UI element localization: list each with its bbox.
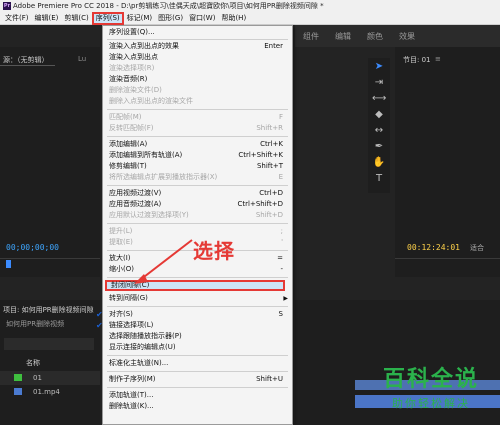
menu-separator: [107, 223, 288, 224]
menu-separator: [107, 355, 288, 356]
submenu-arrow-icon: ▶: [283, 295, 288, 302]
menu-item-snap[interactable]: ✔ 对齐(S) S: [96, 309, 292, 320]
project-panel-title[interactable]: 项目: 如何用PR删除视频间隙: [3, 305, 94, 315]
hand-tool-icon[interactable]: ✋: [372, 156, 386, 170]
tab-underline: [0, 65, 55, 66]
menu-file[interactable]: 文件(F): [2, 12, 32, 24]
menu-item-render-selection[interactable]: 渲染选择项(R): [103, 63, 292, 74]
menu-separator: [107, 387, 288, 388]
menu-lines-icon[interactable]: ≡: [435, 55, 441, 63]
menu-item-delete-render-files[interactable]: 删除渲染文件(D): [103, 85, 292, 96]
menu-item-add-edit-all-tracks[interactable]: 添加编辑到所有轨道(A) Ctrl+Shift+K: [103, 150, 292, 161]
workspace-tab-editing[interactable]: 编辑: [327, 31, 359, 42]
slip-tool-icon[interactable]: ↔: [372, 124, 386, 138]
annotation-arrow-icon: [134, 239, 193, 284]
menu-separator: [107, 39, 288, 40]
menu-item-render-in-out[interactable]: 渲染入点到出点: [103, 52, 292, 63]
menu-item-apply-audio-transition[interactable]: 应用音频过渡(A) Ctrl+Shift+D: [103, 199, 292, 210]
project-search-input[interactable]: [4, 338, 94, 350]
project-column-name[interactable]: 名称: [26, 358, 40, 368]
selection-tool-icon[interactable]: ➤: [372, 60, 386, 74]
pen-tool-icon[interactable]: ✒: [372, 140, 386, 154]
menu-item-reverse-match-frame[interactable]: 反转匹配帧(F) Shift+R: [103, 123, 292, 134]
menu-separator: [107, 306, 288, 307]
ripple-edit-tool-icon[interactable]: ⟷: [372, 92, 386, 106]
source-playhead[interactable]: [6, 260, 11, 268]
window-title: Adobe Premiere Pro CC 2018 - D:\pr剪辑练习\佳…: [13, 2, 324, 10]
menu-separator: [107, 109, 288, 110]
menu-item-apply-default-transition[interactable]: 应用默认过渡到选择项(Y) Shift+D: [103, 210, 292, 221]
checkmark-icon: ✔: [96, 321, 103, 330]
project-bin-name: 如何用PR删除视频: [6, 320, 65, 328]
sequence-label-chip: [14, 374, 22, 381]
menu-bar: 文件(F) 编辑(E) 剪辑(C) 序列(S) 标记(M) 图形(G) 窗口(W…: [0, 11, 500, 25]
premiere-app-icon: Pr: [3, 2, 11, 10]
project-panel: 项目: 如何用PR删除视频间隙 如何用PR删除视频: [0, 300, 100, 425]
menu-edit[interactable]: 编辑(E): [32, 12, 62, 24]
project-item-clip[interactable]: 01.mp4: [33, 388, 60, 396]
menu-item-add-edit[interactable]: 添加编辑(A) Ctrl+K: [103, 139, 292, 150]
menu-item-add-tracks[interactable]: 添加轨道(T)...: [103, 390, 292, 401]
tools-panel: ➤ ⇥ ⟷ ◆ ↔ ✒ ✋ T: [368, 58, 390, 193]
menu-separator: [107, 185, 288, 186]
menu-item-normalize-master-track[interactable]: 标准化主轨道(N)...: [103, 358, 292, 369]
clip-label-chip: [14, 388, 22, 395]
menu-item-render-effects[interactable]: 渲染入点到出点的效果 Enter: [103, 41, 292, 52]
type-tool-icon[interactable]: T: [372, 172, 386, 186]
menu-item-match-frame[interactable]: 匹配帧(M) F: [103, 112, 292, 123]
menu-separator: [107, 136, 288, 137]
menu-item-selection-follows-playhead[interactable]: 选择跟随播放指示器(P): [103, 331, 292, 342]
menu-separator: [107, 371, 288, 372]
menu-item-show-through-edits[interactable]: 显示连接的编辑点(U): [103, 342, 292, 353]
sequence-menu-dropdown: 序列设置(Q)... 渲染入点到出点的效果 Enter 渲染入点到出点 渲染选择项…: [96, 25, 293, 425]
menu-item-delete-in-out-render[interactable]: 删除入点到出点的渲染文件: [103, 96, 292, 107]
program-monitor-tab[interactable]: 节目: 01: [403, 55, 431, 65]
window-titlebar: Pr Adobe Premiere Pro CC 2018 - D:\pr剪辑练…: [0, 0, 500, 12]
source-ruler[interactable]: [0, 258, 100, 270]
annotation-callout: 选择: [193, 239, 235, 263]
menu-item-render-audio[interactable]: 渲染音频(R): [103, 74, 292, 85]
workspace-tab-assembly[interactable]: 组件: [295, 31, 327, 42]
menu-item-sequence-settings[interactable]: 序列设置(Q)...: [103, 27, 292, 38]
razor-tool-icon[interactable]: ◆: [372, 108, 386, 122]
menu-help[interactable]: 帮助(H): [218, 12, 249, 24]
workspace-tab-color[interactable]: 颜色: [359, 31, 391, 42]
watermark-slogan: 助你轻松解决: [392, 397, 470, 410]
menu-window[interactable]: 窗口(W): [186, 12, 218, 24]
watermark: 百科全说 助你轻松解决: [365, 366, 497, 416]
fit-dropdown[interactable]: 适合: [470, 243, 484, 253]
track-select-tool-icon[interactable]: ⇥: [372, 76, 386, 90]
menu-marker[interactable]: 标记(M): [124, 12, 156, 24]
source-monitor-tab[interactable]: 源：（无剪辑）: [3, 55, 49, 65]
menu-item-delete-tracks[interactable]: 删除轨道(K)...: [103, 401, 292, 412]
menu-item-apply-video-transition[interactable]: 应用视频过渡(V) Ctrl+D: [103, 188, 292, 199]
lumetri-tab[interactable]: Lu: [78, 55, 86, 63]
checkmark-icon: ✔: [96, 310, 103, 319]
menu-item-trim-edit[interactable]: 修剪编辑(T) Shift+T: [103, 161, 292, 172]
workspace-tabs: 组件 编辑 颜色 效果: [295, 25, 500, 47]
menu-clip[interactable]: 剪辑(C): [61, 12, 91, 24]
program-ruler[interactable]: [395, 258, 500, 270]
menu-item-go-to-gap[interactable]: 转到间隔(G) ▶: [103, 293, 292, 304]
project-item-sequence[interactable]: 01: [33, 374, 42, 382]
source-timecode[interactable]: 00;00;00;00: [6, 243, 59, 252]
menu-item-linked-selection[interactable]: ✔ 链接选择项(L): [96, 320, 292, 331]
menu-graphics[interactable]: 图形(G): [155, 12, 186, 24]
menu-item-extend-edit[interactable]: 将所选编辑点扩展到播放指示器(X) E: [103, 172, 292, 183]
program-timecode[interactable]: 00:12:24:01: [407, 243, 460, 252]
menu-item-make-subsequence[interactable]: 制作子序列(M) Shift+U: [103, 374, 292, 385]
watermark-brand: 百科全说: [382, 367, 479, 392]
workspace-tab-effects[interactable]: 效果: [391, 31, 423, 42]
menu-sequence[interactable]: 序列(S): [91, 11, 124, 25]
